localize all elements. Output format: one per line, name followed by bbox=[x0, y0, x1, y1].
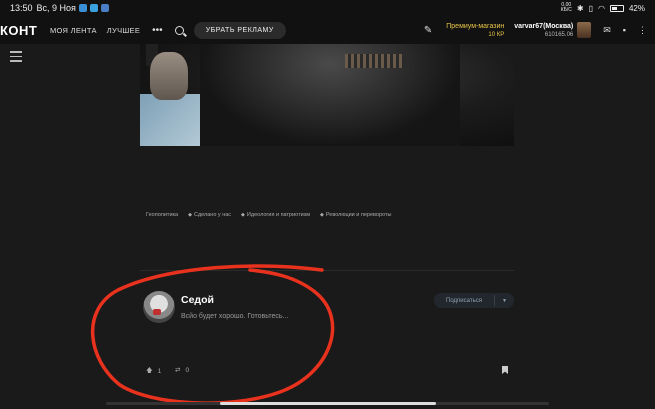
status-bar: 13:50 Вс, 9 Ноя 0,00 КБ/С ✱ ▯ ◠ 42% bbox=[0, 0, 655, 16]
author-name[interactable]: Седой bbox=[181, 294, 214, 306]
post-image bbox=[140, 44, 514, 146]
tag-icon: ◆ bbox=[188, 212, 192, 218]
status-date: Вс, 9 Ноя bbox=[36, 3, 76, 13]
repost-icon: ⇄ bbox=[175, 367, 181, 374]
user-profile[interactable]: varvar67(Москва) 610165.06 bbox=[514, 23, 573, 38]
pencil-icon[interactable]: ✎ bbox=[424, 25, 432, 36]
upvote-button[interactable]: 🡅 1 bbox=[146, 366, 161, 377]
repost-count: 0 bbox=[185, 366, 190, 374]
arrow-up-icon: 🡅 bbox=[146, 367, 153, 374]
search-icon[interactable] bbox=[174, 25, 184, 35]
tag-item[interactable]: ◆ Революции и перевороты bbox=[320, 212, 391, 218]
subscribe-label: Подписаться bbox=[446, 297, 482, 304]
hamburger-menu-icon[interactable] bbox=[10, 51, 22, 65]
tag-item[interactable]: Геополитика bbox=[146, 212, 178, 218]
more-menu-icon[interactable]: ••• bbox=[152, 25, 163, 36]
chat-icon[interactable]: ▪ bbox=[623, 25, 626, 35]
tag-list: Геополитика ◆ Сделано у нас ◆ Идеология и … bbox=[146, 212, 391, 218]
author-description: Всйо будет хорошо. Готовьтесь... bbox=[181, 313, 289, 320]
net-speed: 0,00 КБ/С bbox=[560, 2, 572, 13]
subscribe-button[interactable]: Подписаться ▼ bbox=[434, 293, 514, 308]
premium-store-label: Премиум-магазин bbox=[446, 22, 505, 30]
premium-balance: 10 КР bbox=[488, 31, 505, 38]
vk-icon bbox=[100, 4, 109, 12]
chevron-down-icon[interactable]: ▼ bbox=[495, 298, 514, 304]
author-avatar[interactable] bbox=[143, 291, 175, 323]
vibrate-icon: ▯ bbox=[588, 3, 593, 13]
notification-icon bbox=[89, 4, 98, 12]
username: varvar67(Москва) bbox=[514, 22, 574, 30]
premium-store-link[interactable]: Премиум-магазин 10 КР bbox=[446, 23, 504, 38]
tag-item[interactable]: ◆ Идеология и патриотизм bbox=[241, 212, 310, 218]
battery-icon bbox=[609, 4, 624, 12]
tag-icon: ◆ bbox=[241, 212, 245, 218]
remove-ads-button[interactable]: УБРАТЬ РЕКЛАМУ bbox=[193, 21, 286, 39]
battery-level: 42% bbox=[628, 3, 645, 13]
notification-icon bbox=[78, 4, 87, 12]
home-indicator bbox=[106, 402, 549, 405]
tag-item[interactable]: ◆ Сделано у нас bbox=[188, 212, 231, 218]
bluetooth-icon: ✱ bbox=[576, 3, 584, 13]
status-time: 13:50 bbox=[10, 3, 33, 13]
user-id: 610165.06 bbox=[544, 31, 574, 38]
nav-my-feed[interactable]: МОЯ ЛЕНТА bbox=[50, 26, 97, 35]
site-logo[interactable]: КОНТ bbox=[0, 23, 44, 38]
avatar[interactable] bbox=[577, 22, 592, 38]
kebab-menu-icon[interactable]: ⋮ bbox=[638, 25, 647, 36]
tag-icon: ◆ bbox=[319, 212, 324, 218]
wifi-icon: ◠ bbox=[598, 3, 605, 13]
bookmark-icon[interactable] bbox=[502, 366, 508, 374]
top-navigation: КОНТ МОЯ ЛЕНТА ЛУЧШЕЕ ••• УБРАТЬ РЕКЛАМУ… bbox=[0, 16, 655, 44]
repost-button[interactable]: ⇄ 0 bbox=[175, 366, 190, 375]
nav-best[interactable]: ЛУЧШЕЕ bbox=[107, 26, 140, 35]
mail-icon[interactable]: ✉ bbox=[603, 25, 611, 36]
divider bbox=[140, 270, 514, 271]
upvote-count: 1 bbox=[157, 368, 162, 375]
